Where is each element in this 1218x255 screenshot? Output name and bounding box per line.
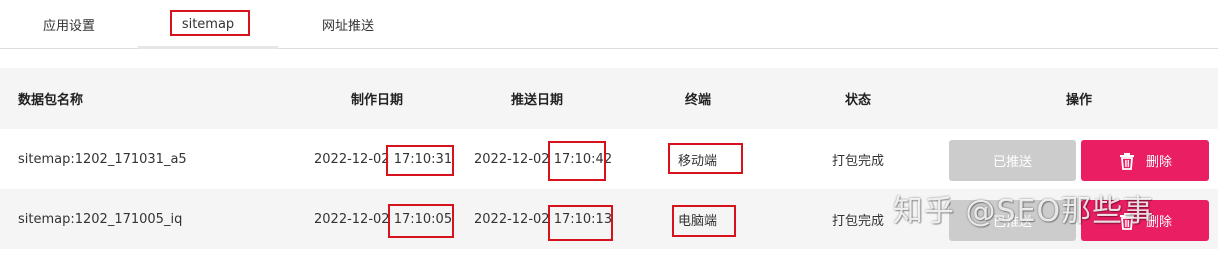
tab-url-push[interactable]: 网址推送: [278, 0, 418, 48]
status-text: 打包完成: [832, 213, 885, 229]
pushed-datetime: 2022-12-02 17:10:42: [474, 129, 612, 189]
trash-icon: [1119, 152, 1134, 170]
created-datetime: 2022-12-02 17:10:31: [314, 129, 452, 189]
column-header-name: 数据包名称: [18, 93, 84, 108]
created-time: 17:10:05: [393, 211, 453, 227]
pushed-button[interactable]: 已推送: [949, 140, 1076, 181]
table-row: sitemap:1202_171031_a5 2022-12-02 17:10:…: [0, 129, 1218, 189]
column-header-created: 制作日期: [351, 93, 404, 108]
pushed-date: 2022-12-02: [474, 211, 550, 227]
package-name: sitemap:1202_171005_iq: [18, 211, 183, 227]
created-datetime: 2022-12-02 17:10:05: [314, 189, 452, 249]
status-text: 打包完成: [832, 153, 885, 169]
pushed-date: 2022-12-02: [474, 151, 550, 167]
table-header: 数据包名称 制作日期 推送日期 终端 状态 操作: [0, 68, 1218, 129]
created-date: 2022-12-02: [314, 211, 390, 227]
pushed-datetime: 2022-12-02 17:10:13: [474, 189, 612, 249]
column-header-terminal: 终端: [685, 93, 712, 108]
terminal-type: 移动端: [678, 153, 718, 169]
column-header-pushed: 推送日期: [511, 93, 564, 108]
tab-app-settings[interactable]: 应用设置: [0, 0, 138, 48]
pushed-time: 17:10:42: [553, 151, 613, 167]
terminal-type: 电脑端: [678, 213, 718, 229]
package-name: sitemap:1202_171031_a5: [18, 151, 187, 167]
delete-label: 删除: [1145, 154, 1172, 169]
watermark: 知乎 @SEO那些事: [893, 194, 1155, 229]
tab-sitemap[interactable]: sitemap: [138, 0, 278, 49]
created-time: 17:10:31: [393, 151, 453, 167]
created-date: 2022-12-02: [314, 151, 390, 167]
pushed-time: 17:10:13: [553, 211, 613, 227]
column-header-status: 状态: [845, 93, 872, 108]
tab-bar: 应用设置 sitemap 网址推送: [0, 0, 1218, 49]
column-header-actions: 操作: [1066, 93, 1093, 108]
delete-button[interactable]: 删除: [1081, 140, 1209, 181]
